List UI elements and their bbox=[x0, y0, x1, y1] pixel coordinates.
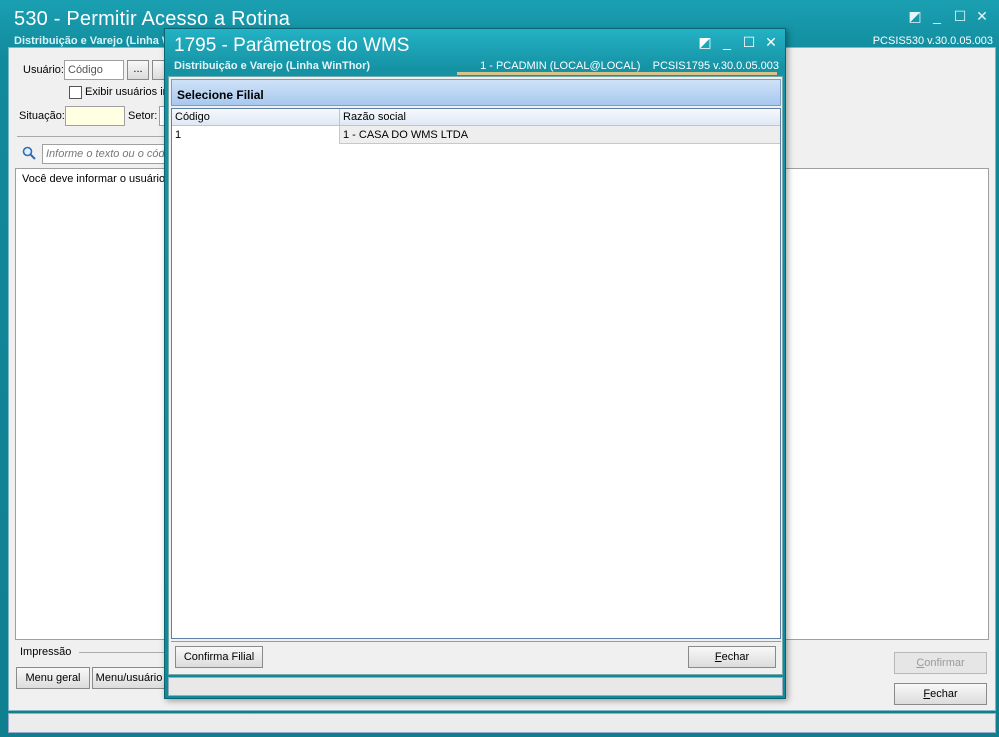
grid-separator bbox=[171, 641, 781, 642]
modal-subtitle: Distribuição e Varejo (Linha WinThor) bbox=[174, 60, 371, 72]
confirma-filial-button[interactable]: Confirma Filial bbox=[175, 646, 263, 668]
usuario-search-button[interactable]: ... bbox=[127, 60, 149, 80]
wms-params-window: 1795 - Parâmetros do WMS Distribuição e … bbox=[164, 28, 786, 699]
minimize-icon[interactable]: _ bbox=[718, 34, 736, 50]
menu-usuario-button[interactable]: Menu/usuário bbox=[92, 667, 166, 689]
modal-title: 1795 - Parâmetros do WMS bbox=[174, 35, 410, 56]
modal-session-info: 1 - PCADMIN (LOCAL@LOCAL) PCSIS1795 v.30… bbox=[480, 60, 779, 72]
usuario-code-input[interactable]: Código bbox=[64, 60, 124, 80]
menu-geral-button[interactable]: Menu geral bbox=[16, 667, 90, 689]
divider bbox=[17, 136, 165, 137]
exibir-checkbox[interactable] bbox=[69, 86, 82, 99]
restore-icon[interactable]: ◩ bbox=[696, 34, 714, 51]
column-header-razao-social[interactable]: Razão social bbox=[340, 109, 780, 126]
search-input[interactable]: Informe o texto ou o cód bbox=[42, 144, 165, 164]
modal-status-bar bbox=[168, 677, 783, 696]
situacao-input[interactable] bbox=[65, 106, 125, 126]
restore-icon[interactable]: ◩ bbox=[906, 8, 924, 25]
search-icon[interactable] bbox=[22, 146, 36, 160]
modal-version: PCSIS1795 v.30.0.05.003 bbox=[652, 60, 779, 72]
maximize-icon[interactable]: ☐ bbox=[740, 34, 758, 51]
cell-codigo[interactable]: 1 bbox=[172, 126, 340, 144]
fechar-button[interactable]: Fechar bbox=[894, 683, 987, 705]
usuario-label: Usuário: bbox=[23, 64, 64, 76]
close-icon[interactable]: ✕ bbox=[973, 8, 991, 25]
exibir-label: Exibir usuários in bbox=[85, 86, 169, 98]
title-accent bbox=[457, 72, 777, 75]
modal-session: 1 - PCADMIN (LOCAL@LOCAL) bbox=[480, 60, 641, 72]
bg-window-version: PCSIS530 v.30.0.05.003 bbox=[872, 35, 993, 47]
modal-fechar-button[interactable]: Fechar bbox=[688, 646, 776, 668]
setor-label: Setor: bbox=[128, 110, 158, 122]
situacao-label: Situação: bbox=[19, 110, 65, 122]
table-row[interactable]: 1 1 - CASA DO WMS LTDA bbox=[172, 126, 780, 144]
confirmar-button[interactable]: Confirmar bbox=[894, 652, 987, 674]
modal-client: Selecione Filial Código Razão social 1 1… bbox=[168, 76, 783, 675]
status-bar bbox=[8, 713, 996, 733]
close-icon[interactable]: ✕ bbox=[762, 34, 780, 51]
maximize-icon[interactable]: ☐ bbox=[951, 8, 969, 25]
impressao-divider bbox=[79, 652, 164, 653]
cell-razao-social[interactable]: 1 - CASA DO WMS LTDA bbox=[340, 126, 780, 144]
minimize-icon[interactable]: _ bbox=[928, 8, 946, 24]
grid-header: Código Razão social bbox=[172, 109, 780, 126]
section-title: Selecione Filial bbox=[171, 79, 781, 106]
column-header-codigo[interactable]: Código bbox=[172, 109, 340, 126]
impressao-label: Impressão bbox=[20, 646, 72, 658]
filial-grid[interactable]: Código Razão social 1 1 - CASA DO WMS LT… bbox=[171, 108, 781, 639]
info-text: Você deve informar o usuário bbox=[22, 173, 166, 185]
